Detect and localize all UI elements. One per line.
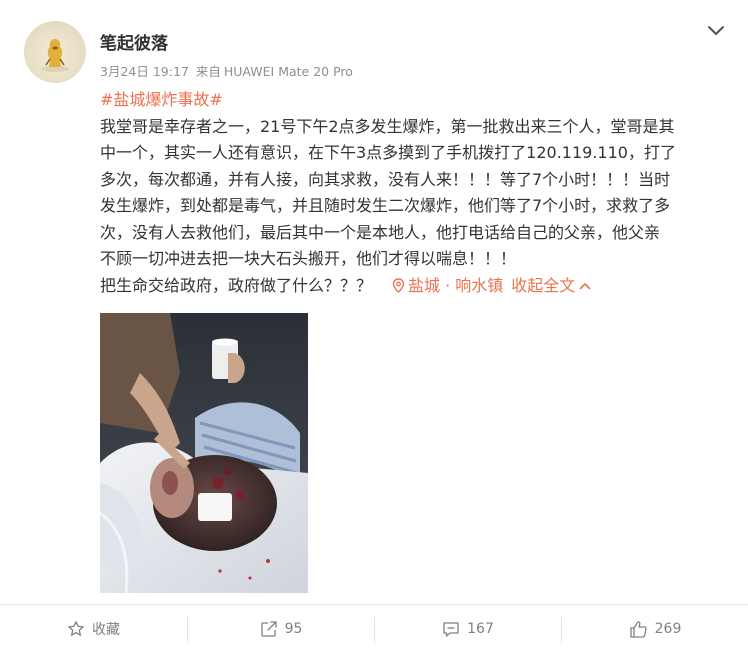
body-line: 中一个，其实一人还有意识，在下午3点多摸到了手机拨打了120.119.110，打… bbox=[100, 143, 676, 162]
location-link[interactable]: 盐城 · 响水镇 bbox=[392, 276, 503, 295]
weibo-post-card: 笔起彼落 3月24日 19:17 来自 HUAWEI Mate 20 Pro #盐… bbox=[0, 0, 748, 653]
collapse-label: 收起全文 bbox=[511, 275, 576, 295]
comment-icon bbox=[443, 622, 459, 637]
avatar[interactable] bbox=[24, 21, 86, 83]
repost-count: 95 bbox=[284, 621, 303, 637]
body-line: 不顾一切冲进去把一块大石头搬开，他们才得以喘息！！！ bbox=[100, 249, 517, 268]
location-label: 盐城 · 响水镇 bbox=[408, 275, 504, 295]
chevron-down-icon bbox=[708, 26, 724, 35]
more-menu-button[interactable] bbox=[703, 18, 729, 44]
like-count: 269 bbox=[654, 621, 682, 637]
topic-line: #盐城爆炸事故# bbox=[100, 87, 700, 114]
username[interactable]: 笔起彼落 bbox=[100, 29, 168, 54]
body-line: 多次，每次都通，并有人接，向其求救，没有人来！！！等了7个小时！！！当时 bbox=[100, 169, 671, 189]
body-line: 发生爆炸，到处都是毒气，并且随时发生二次爆炸，他们等了7个小时，求救了多 bbox=[100, 196, 671, 215]
post-body: #盐城爆炸事故# 我堂哥是幸存者之一，21号下午2点多发生爆炸，第一批救出来三个… bbox=[100, 87, 700, 299]
comment-button[interactable]: 167 bbox=[375, 605, 561, 653]
like-button[interactable]: 269 bbox=[562, 605, 748, 653]
location-pin-icon bbox=[392, 277, 405, 293]
repost-icon bbox=[260, 621, 277, 637]
source-prefix: 来自 bbox=[195, 64, 221, 79]
favorite-label: 收藏 bbox=[92, 622, 120, 638]
post-meta: 3月24日 19:17 来自 HUAWEI Mate 20 Pro bbox=[100, 61, 356, 80]
comment-count: 167 bbox=[467, 621, 494, 637]
topic-link[interactable]: #盐城爆炸事故# bbox=[100, 90, 223, 109]
body-line: 次，没有人去救他们，最后其中一个是本地人，他打电话给自己的父亲，他父亲 bbox=[100, 222, 661, 242]
star-icon bbox=[68, 621, 84, 636]
body-line-text: 把生命交给政府，政府做了什么？？？ bbox=[100, 275, 373, 295]
collapse-button[interactable]: 收起全文 bbox=[511, 276, 591, 295]
thumbs-up-icon bbox=[629, 620, 647, 638]
favorite-button[interactable]: 收藏 bbox=[0, 605, 187, 653]
chevron-up-icon bbox=[579, 282, 591, 289]
body-last-line: 把生命交给政府，政府做了什么？？？ 盐城 · 响水镇 收起全文 bbox=[100, 273, 700, 300]
body-line: 我堂哥是幸存者之一，21号下午2点多发生爆炸，第一批救出来三个人，堂哥是其 bbox=[100, 116, 675, 136]
repost-button[interactable]: 95 bbox=[188, 605, 374, 653]
source-device[interactable]: HUAWEI Mate 20 Pro bbox=[224, 64, 353, 79]
post-time[interactable]: 3月24日 19:17 bbox=[100, 64, 189, 79]
post-image[interactable] bbox=[100, 313, 308, 593]
